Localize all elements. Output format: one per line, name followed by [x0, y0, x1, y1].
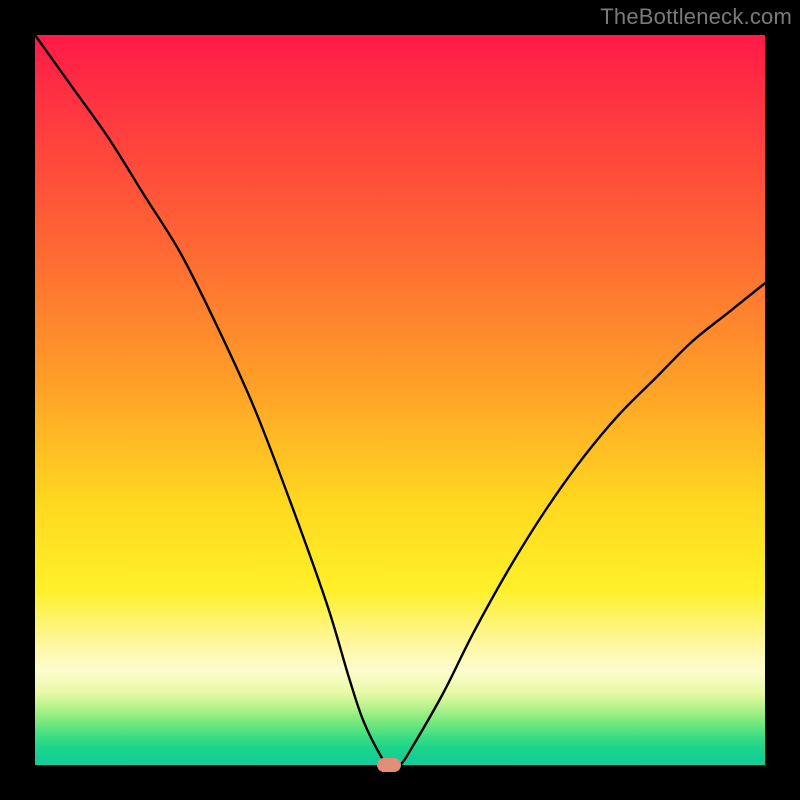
- plot-area: [35, 35, 765, 765]
- bottleneck-curve: [35, 35, 765, 765]
- watermark-text: TheBottleneck.com: [600, 4, 792, 30]
- minimum-marker: [377, 758, 401, 772]
- chart-frame: TheBottleneck.com: [0, 0, 800, 800]
